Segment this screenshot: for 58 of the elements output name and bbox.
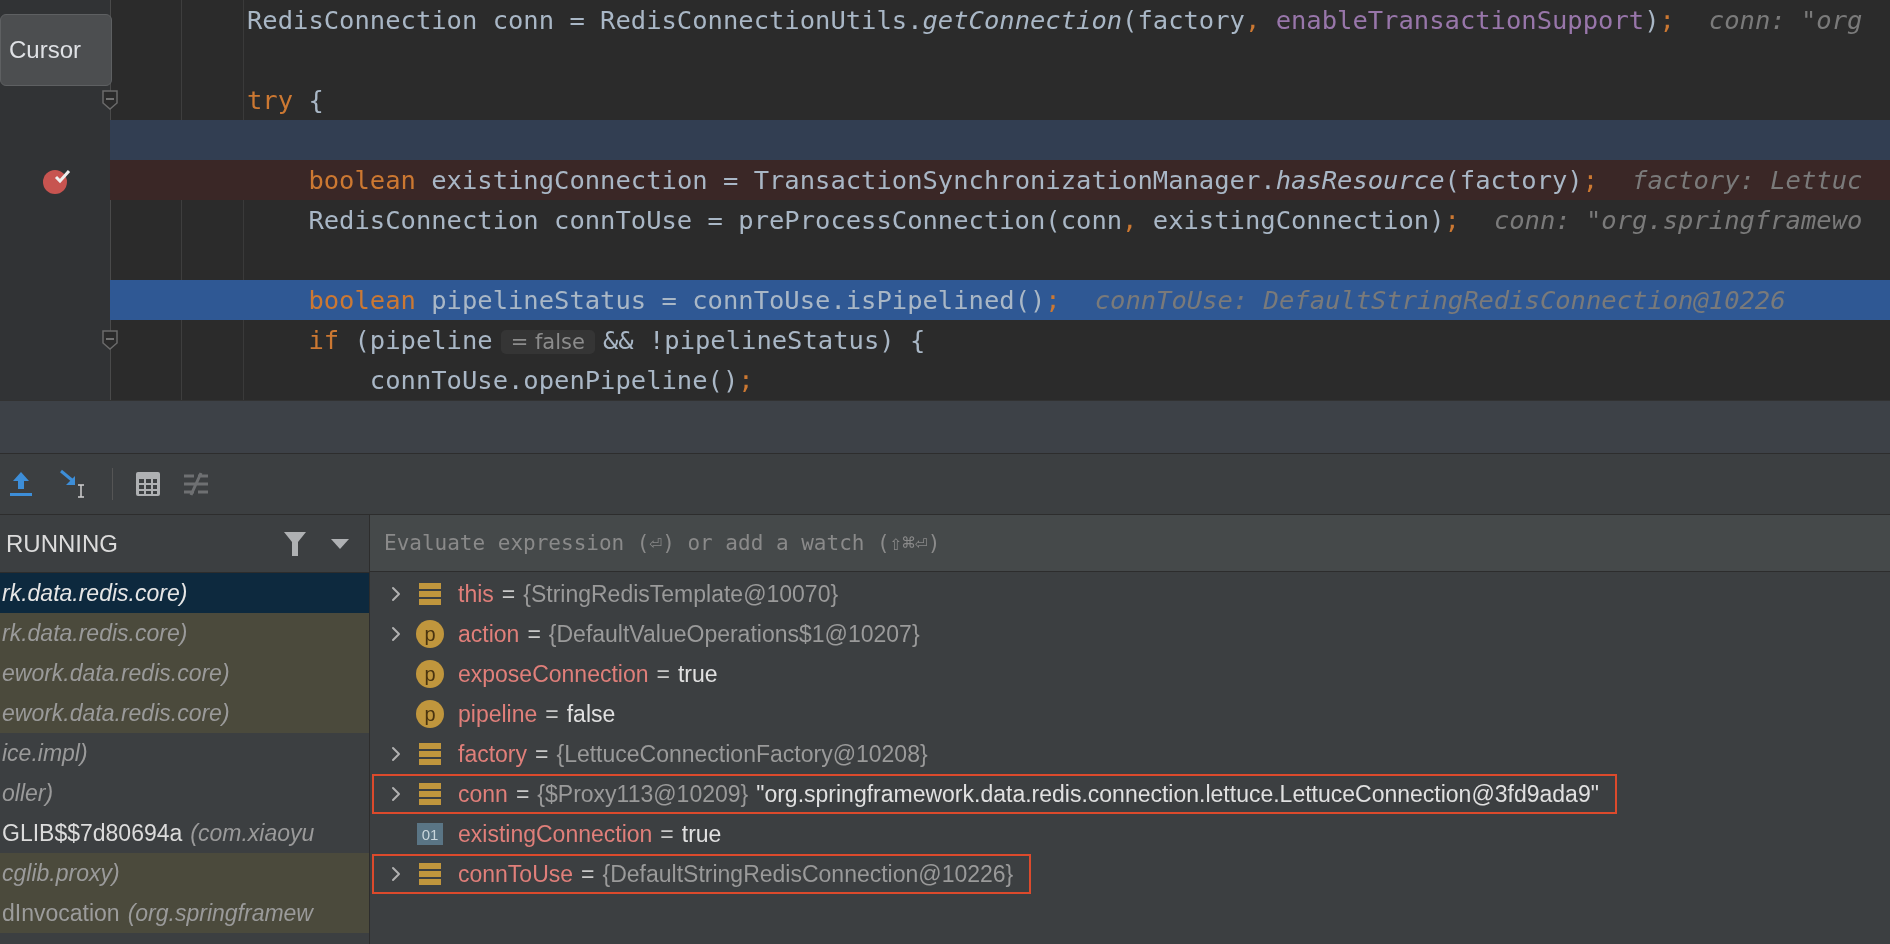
field-stack-icon	[417, 861, 443, 887]
variable-name[interactable]: pipeline	[458, 700, 538, 728]
code-line: boolean existingConnection = TransactionSynchronizationManager.hasResource(factory);	[307, 165, 1599, 195]
equals-sign: =	[581, 860, 595, 888]
variable-name[interactable]: factory	[458, 740, 528, 768]
code-line: boolean pipelineStatus = connToUse.isPipelined();	[307, 285, 1061, 315]
variable-name[interactable]: existingConnection	[458, 820, 653, 848]
inline-value-hint: factory: Lettuc	[1632, 165, 1863, 195]
fold-marker-icon[interactable]	[102, 330, 118, 350]
stack-frame[interactable]: dInvocation (org.springframew	[0, 893, 369, 933]
parameter-icon: p	[416, 700, 444, 728]
inline-value-hint: conn: "org	[1708, 5, 1863, 35]
primitive-icon: 01	[417, 823, 443, 845]
code-line: try {	[247, 85, 324, 115]
stack-frame[interactable]: cglib.proxy)	[0, 853, 369, 893]
parameter-icon: p	[416, 660, 444, 688]
equals-sign: =	[660, 820, 674, 848]
string-value: "org.springframework.data.redis.connection.lettuce.LettuceConnection@3fd9ada9"	[756, 780, 1599, 808]
inline-value-hint: conn: "org.springframewo	[1493, 205, 1863, 235]
stack-frame[interactable]: rk.data.redis.core)	[0, 573, 369, 613]
thread-status: RUNNING	[6, 529, 119, 558]
fold-marker-icon[interactable]	[102, 90, 118, 110]
variable-value: {StringRedisTemplate@10070}	[523, 580, 839, 608]
stack-frame[interactable]: rk.data.redis.core)	[0, 613, 369, 653]
stack-frame[interactable]: ework.data.redis.core)	[0, 693, 369, 733]
tooltip: Cursor	[0, 14, 112, 86]
variable-value: false	[566, 700, 616, 728]
code-line: RedisConnection connToUse = preProcessConnection(conn, existingConnection);	[307, 205, 1460, 235]
variable-name[interactable]: exposeConnection	[458, 660, 649, 688]
field-stack-icon	[417, 741, 443, 767]
field-stack-icon	[417, 581, 443, 607]
dropdown-caret-icon[interactable]	[331, 538, 349, 549]
field-stack-icon	[417, 781, 443, 807]
variable-value: true	[681, 820, 722, 848]
stack-frame[interactable]: ework.data.redis.core)	[0, 653, 369, 693]
code-line: RedisConnection conn = RedisConnectionUtils.getConnection(factory, enableTransactionSupport);	[247, 5, 1675, 35]
equals-sign: =	[515, 780, 530, 808]
variable-value: true	[677, 660, 718, 688]
inline-value-hint: connToUse: DefaultStringRedisConnection@10226	[1094, 285, 1786, 315]
filter-icon[interactable]	[283, 530, 307, 557]
equals-sign: =	[527, 620, 541, 648]
equals-sign: =	[535, 740, 549, 768]
variable-name[interactable]: connToUse	[458, 860, 574, 888]
parameter-icon: p	[416, 620, 444, 648]
variable-value: {$Proxy113@10209}	[537, 780, 749, 808]
variable-name[interactable]: conn	[458, 780, 508, 808]
variable-name[interactable]: this	[458, 580, 494, 608]
table-icon[interactable]	[135, 471, 161, 497]
code-line: connToUse.openPipeline();	[368, 365, 754, 395]
variable-value: {LettuceConnectionFactory@10208}	[556, 740, 928, 768]
equals-sign: =	[656, 660, 670, 688]
code-line: if (pipeline = false && !pipelineStatus) {	[307, 325, 926, 355]
variable-value: {DefaultValueOperations$1@10207}	[548, 620, 920, 648]
variable-name[interactable]: action	[458, 620, 520, 648]
variable-value: {DefaultStringRedisConnection@10226}	[602, 860, 1014, 888]
evaluate-expression-field[interactable]: Evaluate expression (⏎) or add a watch (⇧⌘⏎)	[370, 515, 1890, 572]
equals-sign: =	[545, 700, 559, 728]
equals-sign: =	[501, 580, 516, 608]
